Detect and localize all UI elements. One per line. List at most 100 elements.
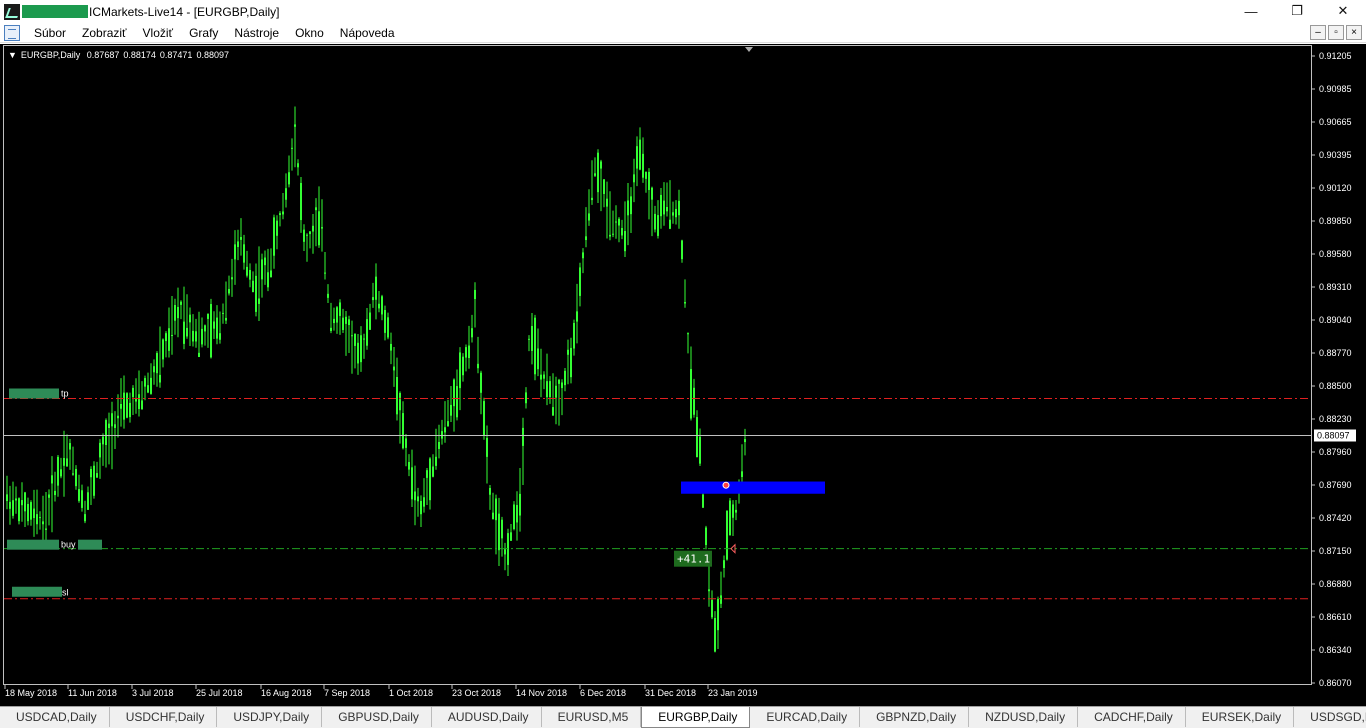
candle-body xyxy=(324,272,326,274)
candle-body xyxy=(435,456,437,466)
close-button[interactable]: ✕ xyxy=(1320,0,1366,22)
chart-tab-eursek-daily[interactable]: EURSEK,Daily xyxy=(1186,707,1295,727)
candle-body xyxy=(114,424,116,428)
chart-tab-gbpnzd-daily[interactable]: GBPNZD,Daily xyxy=(860,707,970,727)
candle-body xyxy=(672,212,674,216)
candle-body xyxy=(651,187,653,200)
candle-body xyxy=(42,521,44,525)
chart-tab-eurusd-m5[interactable]: EURUSD,M5 xyxy=(542,707,642,727)
candle-body xyxy=(558,379,560,384)
price-axis-label: 0.86070 xyxy=(1319,678,1352,688)
candle-body xyxy=(180,301,182,305)
candle-body xyxy=(483,401,485,436)
candle-body xyxy=(384,309,386,333)
candle-body xyxy=(303,229,305,242)
chart-tab-eurcad-daily[interactable]: EURCAD,Daily xyxy=(750,707,861,727)
chart-tab-usdchf-daily[interactable]: USDCHF,Daily xyxy=(110,707,218,727)
candle-body xyxy=(45,528,47,530)
chart-tab-gbpusd-daily[interactable]: GBPUSD,Daily xyxy=(322,707,432,727)
candle-body xyxy=(426,470,428,478)
chart-tab-usdsgd-daily[interactable]: USDSGD,Daily xyxy=(1294,707,1366,727)
chart-tab-usdcad-daily[interactable]: USDCAD,Daily xyxy=(0,707,110,727)
chart-tab-cadchf-daily[interactable]: CADCHF,Daily xyxy=(1078,707,1186,727)
candle-body xyxy=(618,218,620,226)
date-axis-label: 1 Oct 2018 xyxy=(389,688,433,698)
candle-body xyxy=(402,413,404,449)
candle-body xyxy=(510,532,512,541)
date-axis-label: 31 Dec 2018 xyxy=(645,688,696,698)
candle-body xyxy=(387,317,389,338)
menu-nastroje[interactable]: Nástroje xyxy=(226,23,287,43)
candle-body xyxy=(735,509,737,513)
candle-body xyxy=(474,289,476,300)
candle-body xyxy=(351,335,353,337)
candle-body xyxy=(84,514,86,522)
app-icon[interactable] xyxy=(4,3,20,20)
candle-body xyxy=(429,458,431,501)
menu-napoveda[interactable]: Nápoveda xyxy=(332,23,403,43)
candle-body xyxy=(318,211,320,246)
menu-grafy[interactable]: Grafy xyxy=(181,23,226,43)
candle-body xyxy=(423,497,425,507)
price-chart[interactable]: 0.91205 0.90985 0.90665 0.90395 0.90120 0.898… xyxy=(0,44,1366,706)
candle-body xyxy=(663,200,665,215)
price-axis-label: 0.90395 xyxy=(1319,150,1352,160)
candle-body xyxy=(414,491,416,501)
chart-tab-nzdusd-daily[interactable]: NZDUSD,Daily xyxy=(969,707,1079,727)
candle-body xyxy=(228,288,230,294)
candle-body xyxy=(156,353,158,374)
chart-tab-usdjpy-daily[interactable]: USDJPY,Daily xyxy=(217,707,323,727)
chart-tab-eurgbp-daily[interactable]: EURGBP,Daily xyxy=(641,707,751,728)
candle-body xyxy=(18,498,20,522)
candle-body xyxy=(417,496,419,502)
candle-body xyxy=(624,230,626,252)
candle-body xyxy=(354,333,356,346)
candle-body xyxy=(12,500,14,516)
mdi-restore-button[interactable]: ▫ xyxy=(1328,25,1344,40)
candle-body xyxy=(204,325,206,332)
minimize-button[interactable]: — xyxy=(1228,0,1274,22)
chart-tab-audusd-daily[interactable]: AUDUSD,Daily xyxy=(432,707,542,727)
candle-body xyxy=(612,233,614,235)
candle-body xyxy=(255,275,257,312)
candle-body xyxy=(30,502,32,520)
candle-body xyxy=(6,494,8,502)
candle-body xyxy=(369,312,371,330)
candle-body xyxy=(132,387,134,398)
menu-vlozit[interactable]: Vložiť xyxy=(135,23,182,43)
candle-body xyxy=(531,326,533,351)
title-bar: ICMarkets-Live14 - [EURGBP,Daily] — ❐ ✕ xyxy=(0,0,1366,23)
candle-body xyxy=(696,417,698,458)
ohlc-open: 0.87687 xyxy=(86,50,120,60)
candle-body xyxy=(360,335,362,363)
candle-body xyxy=(594,173,596,176)
candle-body xyxy=(675,208,677,218)
menu-subor[interactable]: Súbor xyxy=(26,23,74,43)
candle-body xyxy=(408,462,410,470)
candle-body xyxy=(336,307,338,323)
menu-zobrazit[interactable]: Zobraziť xyxy=(74,23,135,43)
candle-body xyxy=(96,473,98,478)
chart-window-icon[interactable] xyxy=(4,24,20,41)
candle-body xyxy=(291,147,293,149)
maximize-button[interactable]: ❐ xyxy=(1274,0,1320,22)
date-axis-label: 7 Sep 2018 xyxy=(324,688,370,698)
tp-label-box xyxy=(9,388,59,399)
candle-body xyxy=(621,228,623,236)
mdi-close-button[interactable]: × xyxy=(1346,25,1362,40)
candle-body xyxy=(237,241,239,248)
order-marker-icon xyxy=(722,481,730,489)
candle-body xyxy=(399,393,401,411)
candle-body xyxy=(261,259,263,280)
candle-body xyxy=(270,270,272,278)
symbol-dropdown-icon[interactable]: ▼ xyxy=(8,50,17,60)
candle-body xyxy=(567,349,569,355)
menu-okno[interactable]: Okno xyxy=(287,23,332,43)
candle-body xyxy=(375,276,377,300)
mdi-minimize-button[interactable]: – xyxy=(1310,25,1326,40)
candle-body xyxy=(489,487,491,495)
candle-body xyxy=(471,328,473,338)
chart-area[interactable]: 0.91205 0.90985 0.90665 0.90395 0.90120 0.898… xyxy=(0,44,1366,706)
date-axis-label: 25 Jul 2018 xyxy=(196,688,243,698)
candle-body xyxy=(684,302,686,304)
